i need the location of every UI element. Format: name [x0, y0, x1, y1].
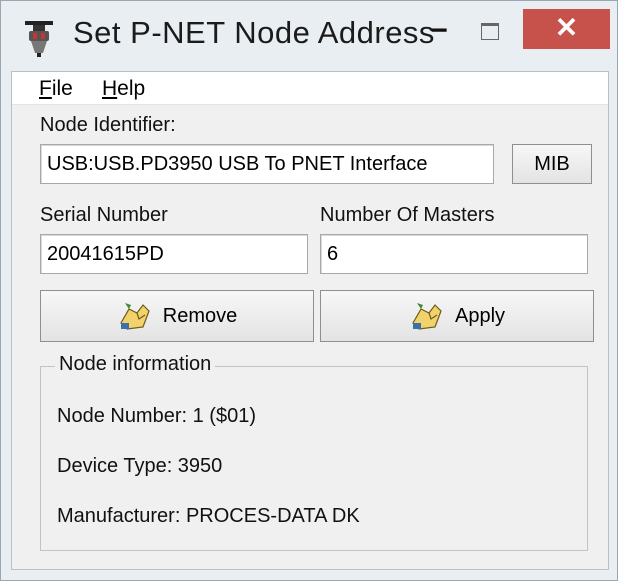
- node-identifier-label: Node Identifier:: [40, 114, 176, 136]
- menu-help-mnemonic: H: [102, 77, 118, 100]
- serial-number-field[interactable]: 20041615PD: [40, 234, 308, 274]
- dialog-client-area: File Help Node Identifier: USB:USB.PD395…: [11, 71, 609, 570]
- serial-number-label: Serial Number: [40, 204, 168, 226]
- apply-button-label: Apply: [454, 304, 506, 327]
- hand-icon: [412, 303, 442, 330]
- apply-button-content: Apply: [321, 291, 593, 341]
- node-information-title: Node information: [55, 353, 216, 376]
- number-of-masters-field[interactable]: 6: [320, 234, 588, 274]
- title-bar[interactable]: Set P-NET Node Address − ✕: [1, 1, 617, 71]
- menu-file[interactable]: File: [39, 77, 73, 101]
- minimize-button[interactable]: −: [426, 15, 452, 47]
- manufacturer-text: Manufacturer: PROCES-DATA DK: [57, 505, 360, 527]
- window-title: Set P-NET Node Address: [73, 15, 435, 50]
- remove-button-label: Remove: [162, 304, 238, 327]
- remove-button-content: Remove: [41, 291, 313, 341]
- menu-help[interactable]: Help: [102, 77, 145, 101]
- maximize-button[interactable]: [481, 23, 499, 40]
- menu-file-label: ile: [51, 77, 73, 100]
- menu-help-label: elp: [117, 77, 146, 100]
- node-number-text: Node Number: 1 ($01): [57, 405, 256, 427]
- apply-button[interactable]: Apply: [320, 290, 594, 342]
- menu-file-mnemonic: F: [39, 77, 52, 100]
- node-information-group: Node information Node Number: 1 ($01) De…: [40, 353, 588, 551]
- plug-icon: [25, 21, 53, 57]
- device-type-text: Device Type: 3950: [57, 455, 223, 477]
- close-button[interactable]: ✕: [523, 9, 610, 49]
- hand-icon: [120, 303, 150, 330]
- number-of-masters-label: Number Of Masters: [320, 204, 495, 226]
- mib-button[interactable]: MIB: [512, 144, 592, 184]
- remove-button[interactable]: Remove: [40, 290, 314, 342]
- node-identifier-field[interactable]: USB:USB.PD3950 USB To PNET Interface: [40, 144, 494, 184]
- menu-bar: File Help: [12, 72, 608, 105]
- app-window: Set P-NET Node Address − ✕ File Help Nod…: [0, 0, 618, 581]
